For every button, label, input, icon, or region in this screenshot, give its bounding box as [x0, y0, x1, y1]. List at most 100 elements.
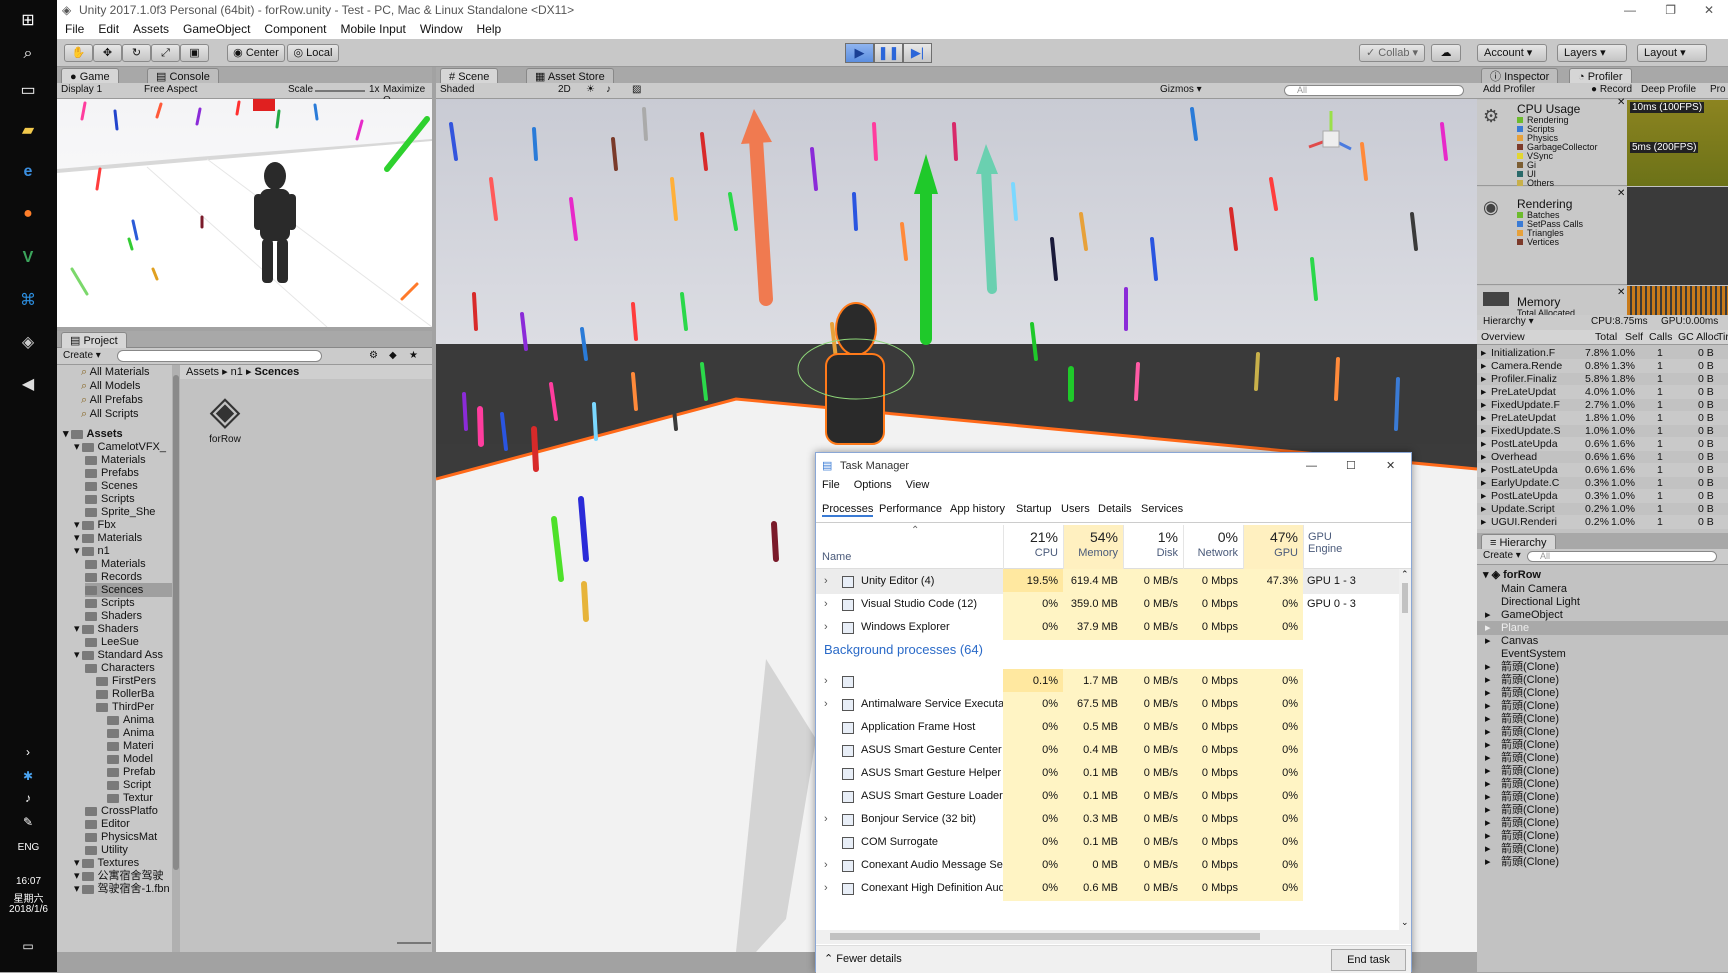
tm-tab-services[interactable]: Services	[1141, 503, 1183, 515]
menu-window[interactable]: Window	[420, 20, 463, 39]
col-gc-alloc[interactable]: GC Alloc	[1678, 330, 1719, 345]
hierarchy-item[interactable]: ▸ 箭頭(Clone)	[1477, 842, 1728, 856]
menu-gameobject[interactable]: GameObject	[183, 20, 250, 39]
profile-editor-toggle[interactable]: Pro	[1710, 84, 1726, 95]
tm-close-icon[interactable]: ✕	[1386, 453, 1395, 479]
firefox-icon[interactable]: ●	[14, 200, 42, 228]
tm-process-row[interactable]: › Antimalware Service Executable 0% 67.5 MB…	[816, 692, 1399, 717]
tm-process-row[interactable]: › Unity Editor (4) 19.5% 619.4 MB 0 MB/s 0 Mb…	[816, 569, 1399, 594]
project-tree-item[interactable]: FirstPers	[96, 674, 173, 688]
expand-arrow-icon[interactable]: ▸	[1485, 608, 1491, 622]
edge-icon[interactable]: e	[14, 158, 42, 186]
expand-arrow-icon[interactable]: ▸	[1485, 699, 1491, 713]
tm-column-header[interactable]: 1% Disk	[1123, 525, 1183, 569]
minimize-icon[interactable]: —	[1624, 0, 1636, 20]
scroll-down-icon[interactable]: ⌄	[1401, 917, 1409, 928]
tm-horizontal-scrollbar[interactable]	[816, 930, 1411, 944]
hierarchy-search-input[interactable]: All	[1527, 551, 1717, 562]
project-tree-item[interactable]: ▾ n1	[74, 544, 173, 558]
project-create-dropdown[interactable]: Create ▾	[63, 350, 101, 361]
hierarchy-item[interactable]: ▸ 箭頭(Clone)	[1477, 790, 1728, 804]
add-profiler-dropdown[interactable]: Add Profiler	[1483, 84, 1535, 95]
profiler-row[interactable]: ▸ Overhead 0.6% 1.6% 1 0 B	[1477, 450, 1728, 464]
profiler-row[interactable]: ▸ Update.Script 0.2% 1.0% 1 0 B	[1477, 502, 1728, 516]
menu-edit[interactable]: Edit	[98, 20, 119, 39]
tm-vertical-scrollbar[interactable]: ⌃ ⌄	[1399, 569, 1411, 930]
hierarchy-item[interactable]: ▸ 箭頭(Clone)	[1477, 699, 1728, 713]
account-dropdown[interactable]: Account ▾	[1477, 44, 1547, 62]
breadcrumb-item[interactable]: Scences	[255, 366, 300, 378]
audio-icon[interactable]: ♪	[606, 84, 611, 95]
step-button[interactable]: ▶|	[903, 43, 932, 63]
rendering-module[interactable]: ◉ Rendering Batches SetPass Calls Triangle…	[1477, 187, 1627, 285]
hierarchy-item[interactable]: ▸ 箭頭(Clone)	[1477, 777, 1728, 791]
profiler-row[interactable]: ▸ PostLateUpda 0.6% 1.6% 1 0 B	[1477, 437, 1728, 451]
expand-arrow-icon[interactable]: ▾	[74, 519, 80, 531]
col-total[interactable]: Total	[1595, 330, 1617, 345]
profiler-row[interactable]: ▸ Profiler.Finaliz 5.8% 1.8% 1 0 B	[1477, 372, 1728, 386]
tm-maximize-icon[interactable]: ☐	[1346, 453, 1356, 479]
profiler-row[interactable]: ▸ EarlyUpdate.C 0.3% 1.0% 1 0 B	[1477, 476, 1728, 490]
rotate-tool-icon[interactable]: ↻	[122, 44, 151, 62]
layout-dropdown[interactable]: Layout ▾	[1637, 44, 1707, 62]
tm-tab-users[interactable]: Users	[1061, 503, 1090, 515]
expand-arrow-icon[interactable]: ▸	[1481, 515, 1486, 529]
expand-chevron-icon[interactable]: ›	[824, 615, 828, 640]
close-cpu-module-icon[interactable]: ✕	[1617, 97, 1625, 108]
hierarchy-item[interactable]: EventSystem	[1477, 647, 1728, 661]
tm-tab-processes[interactable]: Processes	[822, 503, 874, 517]
expand-arrow-icon[interactable]: ▸	[1485, 660, 1491, 674]
project-tree-item[interactable]: ▾ Shaders	[74, 622, 173, 636]
favorite-icon[interactable]: ★	[409, 350, 418, 361]
cpu-graph[interactable]: 10ms (100FPS) 5ms (200FPS)	[1627, 100, 1728, 186]
expand-chevron-icon[interactable]: ›	[824, 853, 828, 878]
tm-process-row[interactable]: ASUS Smart Gesture Center 0% 0.4 MB 0 MB/s 0…	[816, 738, 1399, 763]
tree-scrollbar[interactable]	[172, 365, 180, 952]
tab-hierarchy[interactable]: ≡ Hierarchy	[1481, 534, 1556, 550]
menu-help[interactable]: Help	[477, 20, 502, 39]
profiler-row[interactable]: ▸ UGUI.Renderi 0.2% 1.0% 1 0 B	[1477, 515, 1728, 529]
hierarchy-item[interactable]: ▸ 箭頭(Clone)	[1477, 764, 1728, 778]
menu-file[interactable]: File	[65, 20, 84, 39]
expand-arrow-icon[interactable]: ▾	[74, 857, 80, 869]
project-tree-item[interactable]: Utility	[85, 843, 173, 857]
expand-arrow-icon[interactable]: ▸	[1485, 738, 1491, 752]
tm-column-header[interactable]: 54% Memory	[1063, 525, 1123, 569]
hierarchy-item[interactable]: ▸ 箭頭(Clone)	[1477, 816, 1728, 830]
col-calls[interactable]: Calls	[1649, 330, 1672, 345]
expand-arrow-icon[interactable]: ▸	[1485, 777, 1491, 791]
clock-time[interactable]: 16:07	[0, 876, 57, 887]
expand-arrow-icon[interactable]: ▸	[1481, 346, 1486, 360]
tm-menu-view[interactable]: View	[906, 479, 930, 491]
filter-type-icon[interactable]: ⚙	[369, 350, 378, 361]
tm-process-row[interactable]: COM Surrogate 0% 0.1 MB 0 MB/s 0 Mbps 0%	[816, 830, 1399, 855]
expand-arrow-icon[interactable]: ▸	[1485, 829, 1491, 843]
project-tree-item[interactable]: Scences	[85, 583, 173, 597]
tm-tab-performance[interactable]: Performance	[879, 503, 942, 515]
expand-arrow-icon[interactable]: ▸	[1485, 816, 1491, 830]
expand-arrow-icon[interactable]: ▸	[1485, 634, 1491, 648]
expand-arrow-icon[interactable]: ▸	[1481, 424, 1486, 438]
favorite-item[interactable]: ⌕ All Prefabs	[81, 393, 143, 407]
project-tree-item[interactable]: ▾ Materials	[74, 531, 173, 545]
tm-process-row[interactable]: › Bonjour Service (32 bit) 0% 0.3 MB 0 MB/s 0…	[816, 807, 1399, 832]
tm-column-header[interactable]: GPU Engine	[1303, 525, 1373, 569]
tm-process-row[interactable]: › Conexant High Definition Audi... 0% 0.6 M…	[816, 876, 1399, 901]
tab-scene[interactable]: # Scene	[440, 68, 499, 84]
deep-profile-toggle[interactable]: Deep Profile	[1641, 84, 1696, 95]
project-tree-item[interactable]: Shaders	[85, 609, 173, 623]
cpu-usage-module[interactable]: ⚙ CPU Usage Rendering Scripts Physics Garba…	[1477, 97, 1627, 188]
project-tree-item[interactable]: ▾ Standard Ass	[74, 648, 173, 662]
expand-arrow-icon[interactable]: ▾	[74, 545, 80, 557]
tm-minimize-icon[interactable]: —	[1306, 453, 1317, 479]
app-icon[interactable]: ◀	[14, 370, 42, 398]
expand-arrow-icon[interactable]: ▸	[1485, 855, 1491, 869]
project-tree-item[interactable]: Materials	[85, 557, 173, 571]
tab-inspector[interactable]: ⓘ Inspector	[1481, 68, 1559, 84]
project-tree-item[interactable]: ▾ 驾驶宿舍-1.fbn	[74, 882, 173, 896]
tm-tab-app-history[interactable]: App history	[950, 503, 1005, 515]
project-tree-item[interactable]: RollerBa	[96, 687, 173, 701]
profiler-row[interactable]: ▸ Camera.Rende 0.8% 1.3% 1 0 B	[1477, 359, 1728, 373]
mode-2d-toggle[interactable]: 2D	[558, 84, 571, 95]
tm-tab-startup[interactable]: Startup	[1016, 503, 1051, 515]
